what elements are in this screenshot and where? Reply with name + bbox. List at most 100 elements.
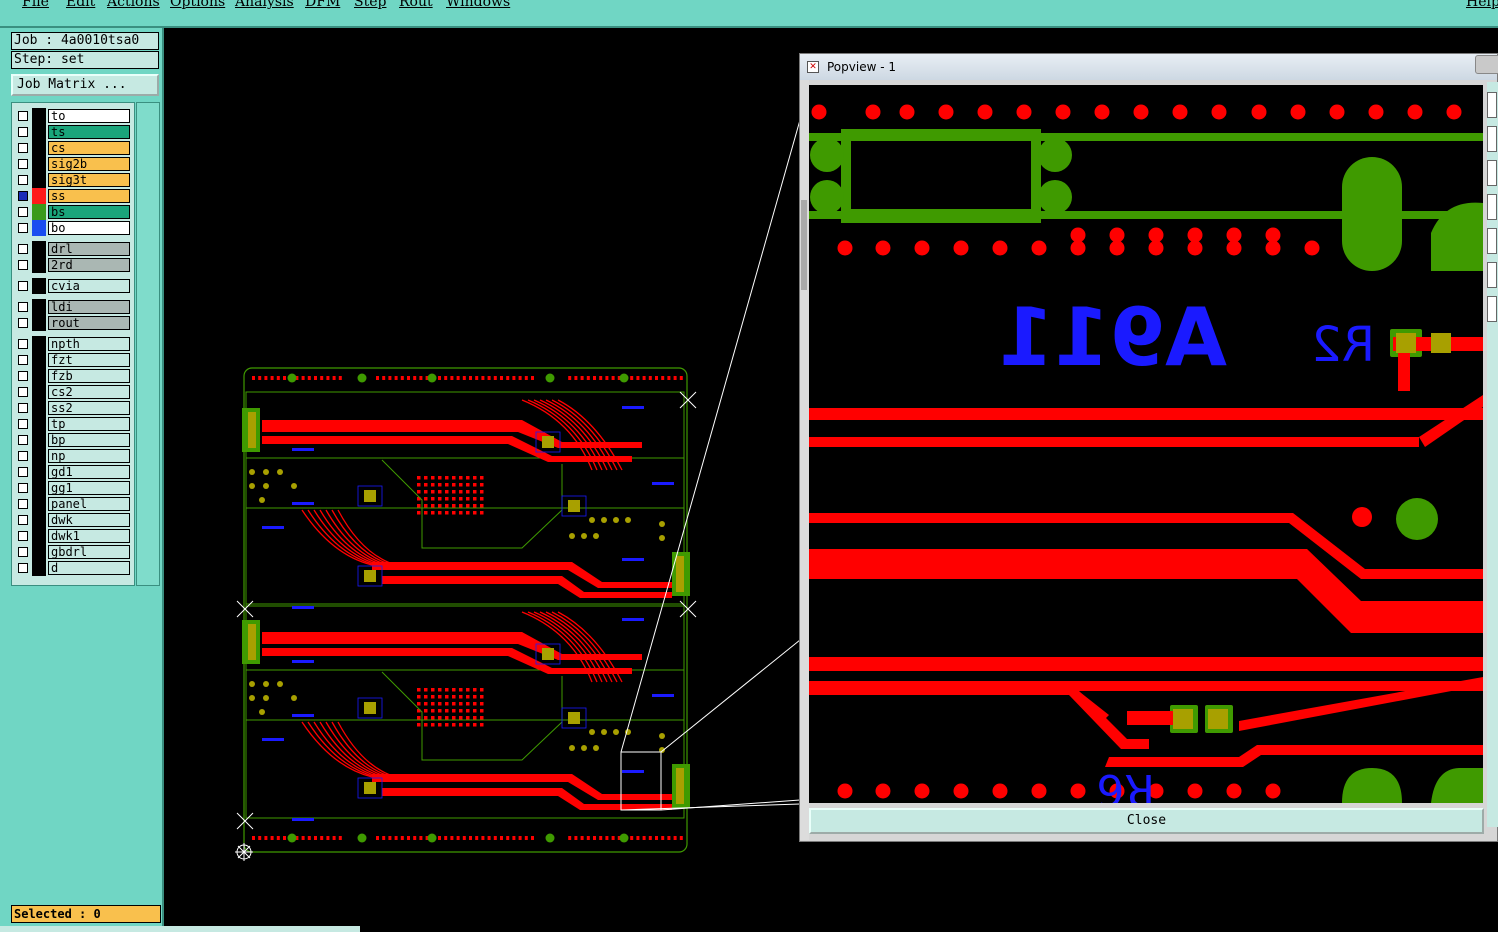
menu-dfm[interactable]: DFM bbox=[305, 0, 340, 10]
layer-row-bo[interactable]: bo bbox=[14, 220, 132, 236]
job-matrix-button[interactable]: Job Matrix ... bbox=[11, 74, 159, 96]
layer-row-cs2[interactable]: cs2 bbox=[14, 384, 132, 400]
layer-name[interactable]: 2rd bbox=[48, 258, 130, 272]
layer-checkbox[interactable] bbox=[18, 260, 28, 270]
layer-checkbox[interactable] bbox=[18, 127, 28, 137]
layer-checkbox[interactable] bbox=[18, 451, 28, 461]
layer-checkbox[interactable] bbox=[18, 302, 28, 312]
layer-list-scrollbar[interactable] bbox=[136, 102, 160, 586]
layer-row-panel[interactable]: panel bbox=[14, 496, 132, 512]
layer-row-drl[interactable]: drl bbox=[14, 241, 132, 257]
layer-checkbox[interactable] bbox=[18, 281, 28, 291]
layer-row-bp[interactable]: bp bbox=[14, 432, 132, 448]
layer-name[interactable]: fzt bbox=[48, 353, 130, 367]
layer-checkbox[interactable] bbox=[18, 499, 28, 509]
layer-row-fzt[interactable]: fzt bbox=[14, 352, 132, 368]
layer-row-gbdrl[interactable]: gbdrl bbox=[14, 544, 132, 560]
layer-checkbox[interactable] bbox=[18, 244, 28, 254]
layer-name[interactable]: npth bbox=[48, 337, 130, 351]
layer-checkbox[interactable] bbox=[18, 467, 28, 477]
layer-checkbox[interactable] bbox=[18, 531, 28, 541]
layer-checkbox[interactable] bbox=[18, 483, 28, 493]
layer-row-ldi[interactable]: ldi bbox=[14, 299, 132, 315]
layer-name[interactable]: panel bbox=[48, 497, 130, 511]
layer-row-ss2[interactable]: ss2 bbox=[14, 400, 132, 416]
layer-name[interactable]: sig2b bbox=[48, 157, 130, 171]
layer-row-sig3t[interactable]: sig3t bbox=[14, 172, 132, 188]
layer-name[interactable]: dwk bbox=[48, 513, 130, 527]
layer-name[interactable]: gg1 bbox=[48, 481, 130, 495]
layer-checkbox[interactable] bbox=[18, 419, 28, 429]
board-canvas[interactable] bbox=[232, 360, 702, 870]
menu-windows[interactable]: Windows bbox=[446, 0, 510, 10]
layer-name[interactable]: bs bbox=[48, 205, 130, 219]
layer-checkbox[interactable] bbox=[18, 387, 28, 397]
tool-button-5[interactable] bbox=[1487, 228, 1497, 254]
layer-name[interactable]: ldi bbox=[48, 300, 130, 314]
layer-checkbox[interactable] bbox=[18, 223, 28, 233]
layer-row-gg1[interactable]: gg1 bbox=[14, 480, 132, 496]
popview-close-button[interactable]: Close bbox=[809, 808, 1484, 834]
layer-row-d[interactable]: d bbox=[14, 560, 132, 576]
layer-name[interactable]: tp bbox=[48, 417, 130, 431]
popview-canvas[interactable]: A911 A911 R2 R6 bbox=[809, 85, 1483, 803]
menu-help[interactable]: Help bbox=[1466, 0, 1498, 10]
layer-checkbox[interactable] bbox=[18, 318, 28, 328]
tool-button-2[interactable] bbox=[1487, 126, 1497, 152]
scroll-thumb[interactable] bbox=[801, 200, 807, 290]
layer-checkbox[interactable] bbox=[18, 355, 28, 365]
layer-name[interactable]: ts bbox=[48, 125, 130, 139]
layer-checkbox[interactable] bbox=[18, 339, 28, 349]
layer-row-tp[interactable]: tp bbox=[14, 416, 132, 432]
layer-row-dwk1[interactable]: dwk1 bbox=[14, 528, 132, 544]
layer-checkbox[interactable] bbox=[18, 143, 28, 153]
layer-row-dwk[interactable]: dwk bbox=[14, 512, 132, 528]
layer-checkbox[interactable] bbox=[18, 403, 28, 413]
layer-row-npth[interactable]: npth bbox=[14, 336, 132, 352]
layer-row-sig2b[interactable]: sig2b bbox=[14, 156, 132, 172]
layer-name[interactable]: d bbox=[48, 561, 130, 575]
layer-row-gd1[interactable]: gd1 bbox=[14, 464, 132, 480]
layer-name[interactable]: rout bbox=[48, 316, 130, 330]
menu-rout[interactable]: Rout bbox=[399, 0, 433, 10]
layer-checkbox[interactable] bbox=[18, 563, 28, 573]
layer-name[interactable]: ss2 bbox=[48, 401, 130, 415]
layer-name[interactable]: gd1 bbox=[48, 465, 130, 479]
tool-button-7[interactable] bbox=[1487, 296, 1497, 322]
tool-button-1[interactable] bbox=[1487, 92, 1497, 118]
layer-name[interactable]: cs bbox=[48, 141, 130, 155]
layer-checkbox[interactable] bbox=[18, 207, 28, 217]
layer-name[interactable]: bo bbox=[48, 221, 130, 235]
layer-name[interactable]: gbdrl bbox=[48, 545, 130, 559]
layer-name[interactable]: bp bbox=[48, 433, 130, 447]
layer-row-fzb[interactable]: fzb bbox=[14, 368, 132, 384]
layer-name[interactable]: ss bbox=[48, 189, 130, 203]
tool-button-4[interactable] bbox=[1487, 194, 1497, 220]
layer-name[interactable]: cvia bbox=[48, 279, 130, 293]
tool-button-6[interactable] bbox=[1487, 262, 1497, 288]
layer-name[interactable]: fzb bbox=[48, 369, 130, 383]
menu-edit[interactable]: Edit bbox=[66, 0, 95, 10]
layer-row-cs[interactable]: cs bbox=[14, 140, 132, 156]
layer-row-bs[interactable]: bs bbox=[14, 204, 132, 220]
layer-row-ss[interactable]: ss bbox=[14, 188, 132, 204]
menu-step[interactable]: Step bbox=[354, 0, 386, 10]
layer-row-2rd[interactable]: 2rd bbox=[14, 257, 132, 273]
menu-actions[interactable]: Actions bbox=[107, 0, 160, 10]
layer-name[interactable]: dwk1 bbox=[48, 529, 130, 543]
layer-checkbox[interactable] bbox=[18, 175, 28, 185]
popview-titlebar[interactable]: ✕ Popview - 1 bbox=[800, 54, 1498, 80]
menu-options[interactable]: Options bbox=[170, 0, 225, 10]
layer-name[interactable]: drl bbox=[48, 242, 130, 256]
layer-checkbox[interactable] bbox=[18, 191, 28, 201]
layer-checkbox[interactable] bbox=[18, 547, 28, 557]
layer-row-np[interactable]: np bbox=[14, 448, 132, 464]
layer-checkbox[interactable] bbox=[18, 515, 28, 525]
layer-checkbox[interactable] bbox=[18, 111, 28, 121]
layer-row-rout[interactable]: rout bbox=[14, 315, 132, 331]
window-close-button[interactable] bbox=[1475, 55, 1498, 74]
layer-name[interactable]: to bbox=[48, 109, 130, 123]
layer-row-to[interactable]: to bbox=[14, 108, 132, 124]
layer-row-cvia[interactable]: cvia bbox=[14, 278, 132, 294]
layer-name[interactable]: np bbox=[48, 449, 130, 463]
